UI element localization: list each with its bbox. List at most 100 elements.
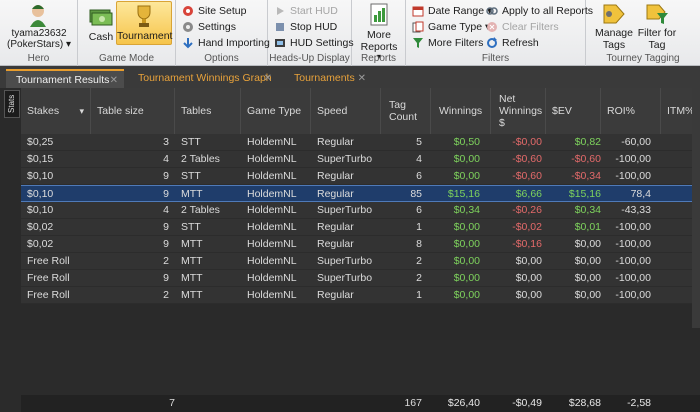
hero-name[interactable]: tyama23632 [0,28,78,39]
hud-settings-label: HUD Settings [290,37,354,49]
table-row[interactable]: $0,02 9 STT HoldemNL Regular 1 $0,00 -$0,02 $0,0… [21,219,700,236]
refresh-button[interactable]: Refresh [486,35,539,51]
reports-group: More Reports ▾ Reports [352,0,406,66]
hand-importing-button[interactable]: Hand Importing [182,35,270,51]
table-cell: $0,10 [27,188,54,200]
tab-tournaments[interactable]: Tournaments ✕ [284,69,372,88]
game-type-label: Game Type [428,21,483,33]
table-cell: MTT [181,255,203,267]
table-cell: MTT [181,289,203,301]
column-header[interactable]: Game Type [241,88,311,134]
link-icon [486,5,498,17]
gear-icon [182,21,194,33]
manage-tags-button[interactable]: Manage Tags [590,2,638,51]
table-row[interactable]: Free Roll 2 MTT HoldemNL SuperTurbo 2 $0,00 $0,… [21,253,700,270]
table-cell: -$0,00 [512,136,542,148]
tournament-button[interactable]: Tournament [116,1,172,45]
close-icon[interactable]: ✕ [264,69,272,88]
table-cell: 2 Tables [181,204,220,216]
table-row[interactable]: $0,25 3 STT HoldemNL Regular 5 $0,50 -$0,00 $0,8… [21,134,700,151]
table-row[interactable]: $0,15 4 2 Tables HoldemNL SuperTurbo 4 $0,00 -$… [21,151,700,168]
hero-avatar[interactable] [27,3,49,27]
total-winnings: $26,40 [447,397,480,409]
trophy-icon [133,4,155,28]
table-cell: HoldemNL [247,204,297,216]
reports-group-label: Reports [360,53,396,64]
table-cell: $6,66 [515,188,542,200]
table-row[interactable]: Free Roll 9 MTT HoldemNL SuperTurbo 2 $0,00 $0,… [21,270,700,287]
game-type-button[interactable]: Game Type ▾ [412,19,490,35]
sort-arrow-icon[interactable]: ▾ [79,106,84,117]
table-cell: $0,00 [453,272,480,284]
more-filters-button[interactable]: More Filters [412,35,483,51]
close-icon[interactable]: ✕ [358,69,366,88]
cash-button[interactable]: Cash [84,2,118,46]
table-cell: -100,00 [615,255,651,267]
table-cell: STT [181,221,201,233]
vertical-scrollbar[interactable] [692,88,700,328]
table-cell: 1 [416,289,422,301]
table-cell: $0,00 [453,289,480,301]
table-row[interactable]: $0,02 9 MTT HoldemNL Regular 8 $0,00 -$0,16 $0,0… [21,236,700,253]
table-row[interactable]: $0,10 9 STT HoldemNL Regular 6 $0,00 -$0,60 -$0,… [21,168,700,185]
filters-group-label: Filters [481,53,510,64]
table-cell: 2 [416,272,422,284]
clear-filters-label: Clear Filters [502,21,559,33]
column-header[interactable]: Winnings [431,88,491,134]
hand-importing-label: Hand Importing [198,37,270,49]
column-header[interactable]: Net Winnings $ [491,88,546,134]
column-header[interactable]: $EV [546,88,601,134]
manage-tags-label: Manage Tags [595,27,633,51]
table-row[interactable]: $0,10 4 2 Tables HoldemNL SuperTurbo 6 $0,34 -$… [21,202,700,219]
clear-filters-button[interactable]: Clear Filters [486,19,559,35]
refresh-label: Refresh [502,37,539,49]
table-cell: $0,00 [453,153,480,165]
column-header[interactable]: Stakes ▾ [21,88,91,134]
table-cell: 3 [163,136,169,148]
column-header[interactable]: Tag Count [381,88,431,134]
start-hud-button[interactable]: Start HUD [274,3,338,19]
column-header[interactable]: Speed [311,88,381,134]
site-setup-icon [182,5,194,17]
chevron-down-icon: ▾ [65,39,71,50]
column-header[interactable]: Table size [91,88,175,134]
table-row[interactable]: $0,10 9 MTT HoldemNL Regular 85 $15,16 $6,66 $15… [21,185,700,202]
site-setup-button[interactable]: Site Setup [182,3,246,19]
filter-for-tag-button[interactable]: Filter for Tag [636,2,678,51]
table-cell: -$0,02 [512,221,542,233]
table-cell: STT [181,170,201,182]
grid-header: Stakes ▾ Table size Tables Game Type Speed Tag… [21,88,700,134]
tab-tournament-results[interactable]: Tournament Results ✕ [6,69,124,88]
column-header[interactable]: ROI% [601,88,661,134]
settings-button[interactable]: Settings [182,19,236,35]
table-cell: $0,00 [453,255,480,267]
hero-group-label: Hero [27,53,50,64]
table-cell: MTT [181,238,203,250]
apply-to-all-reports-button[interactable]: Apply to all Reports [486,3,593,19]
total-tag-count: 167 [404,397,422,409]
tab-tournament-winnings-graph[interactable]: Tournament Winnings Graph ✕ [128,69,278,88]
report-icon [369,3,389,27]
table-cell: $0,34 [574,204,601,216]
cards-icon [412,21,424,33]
filter-for-tag-label: Filter for Tag [637,27,677,51]
hero-site[interactable]: (PokerStars) ▾ [0,39,78,50]
table-cell: 1 [416,221,422,233]
table-cell: -$0,60 [512,153,542,165]
table-cell: $15,16 [447,188,480,200]
table-cell: $0,00 [574,289,601,301]
hud-settings-button[interactable]: HUD Settings [274,35,354,51]
table-cell: -100,00 [615,238,651,250]
stats-side-tab[interactable]: Stats [4,90,20,118]
table-row[interactable]: Free Roll 2 MTT HoldemNL Regular 1 $0,00 $0,00 $… [21,287,700,304]
date-range-button[interactable]: Date Range ▾ [412,3,492,19]
table-cell: 9 [163,170,169,182]
stop-hud-button[interactable]: Stop HUD [274,19,337,35]
table-cell: MTT [181,272,203,284]
report-tab-bar: Tournament Results ✕ Tournament Winnings … [0,66,700,88]
table-cell: HoldemNL [247,170,297,182]
refresh-icon [486,37,498,49]
column-header[interactable]: Tables [175,88,241,134]
column-header-label: Stakes [27,105,60,117]
play-icon [274,5,286,17]
